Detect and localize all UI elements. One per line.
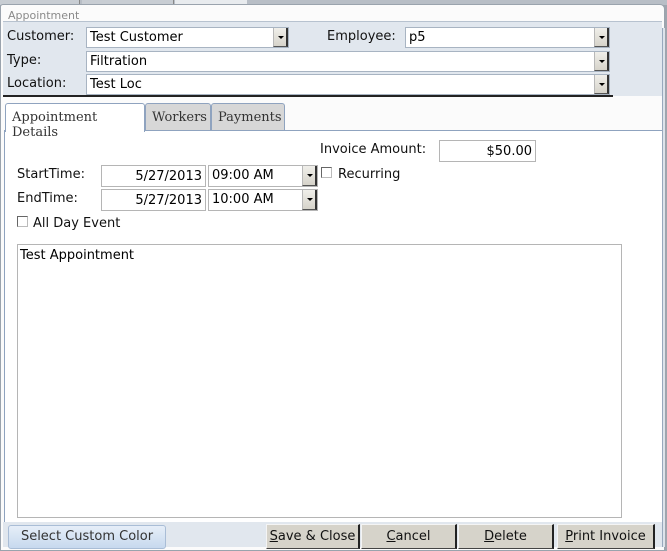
chevron-down-icon[interactable] <box>594 75 609 94</box>
print-invoice-mnemonic: P <box>565 529 573 544</box>
all-day-event-checkbox[interactable] <box>17 216 28 227</box>
cancel-button[interactable]: Cancel <box>361 524 457 549</box>
chevron-down-icon[interactable] <box>594 28 609 47</box>
location-combo[interactable]: Test Loc <box>86 74 610 95</box>
location-label: Location: <box>7 76 67 91</box>
customer-value: Test Customer <box>90 30 183 45</box>
chevron-down-icon[interactable] <box>273 28 288 47</box>
save-close-mnemonic: S <box>269 529 278 544</box>
invoice-amount-field[interactable]: $50.00 <box>439 140 536 162</box>
cancel-label: ancel <box>395 529 431 544</box>
invoice-amount-label: Invoice Amount: <box>320 142 427 157</box>
tab-payments[interactable]: Payments <box>211 103 285 131</box>
cancel-mnemonic: C <box>386 529 396 544</box>
employee-value: p5 <box>409 30 426 45</box>
end-time-label: EndTime: <box>17 191 78 206</box>
chevron-down-icon[interactable] <box>302 190 317 210</box>
notes-value: Test Appointment <box>20 248 135 263</box>
type-combo[interactable]: Filtration <box>86 51 610 72</box>
start-time-combo[interactable]: 09:00 AM <box>208 165 318 187</box>
customer-combo[interactable]: Test Customer <box>86 27 289 48</box>
save-close-button[interactable]: Save & Close <box>266 524 360 549</box>
print-invoice-button[interactable]: Print Invoice <box>557 524 655 549</box>
chevron-down-icon[interactable] <box>594 52 609 71</box>
employee-combo[interactable]: p5 <box>405 27 610 48</box>
save-close-label: ave & Close <box>277 529 356 544</box>
appointment-details-panel: Invoice Amount: $50.00 StartTime: 5/27/2… <box>4 130 663 523</box>
start-time-value: 09:00 AM <box>212 168 274 183</box>
invoice-amount-value: $50.00 <box>486 144 533 159</box>
chevron-down-icon[interactable] <box>302 166 317 186</box>
header-divider <box>3 95 613 97</box>
start-time-label: StartTime: <box>17 167 85 182</box>
all-day-event-label: All Day Event <box>33 216 121 231</box>
tab-appointment-details[interactable]: Appointment Details <box>5 103 145 140</box>
type-value: Filtration <box>90 54 148 69</box>
end-time-combo[interactable]: 10:00 AM <box>208 189 318 211</box>
delete-button[interactable]: Delete <box>458 524 554 549</box>
location-value: Test Loc <box>90 77 142 92</box>
notes-textarea[interactable]: Test Appointment <box>17 244 622 518</box>
recurring-label: Recurring <box>338 167 401 182</box>
customer-label: Customer: <box>7 29 75 44</box>
select-custom-color-button[interactable]: Select Custom Color <box>8 525 166 549</box>
form-right-border <box>662 28 665 547</box>
delete-label: elete <box>494 529 527 544</box>
tab-workers[interactable]: Workers <box>145 103 211 131</box>
end-date-field[interactable]: 5/27/2013 <box>101 189 206 211</box>
type-label: Type: <box>7 53 42 68</box>
end-time-value: 10:00 AM <box>212 192 274 207</box>
start-date-value: 5/27/2013 <box>135 169 202 184</box>
delete-mnemonic: D <box>484 529 495 544</box>
employee-label: Employee: <box>327 29 396 44</box>
recurring-checkbox[interactable] <box>321 167 332 178</box>
start-date-field[interactable]: 5/27/2013 <box>101 165 206 187</box>
print-invoice-label: rint Invoice <box>572 529 646 544</box>
end-date-value: 5/27/2013 <box>135 193 202 208</box>
